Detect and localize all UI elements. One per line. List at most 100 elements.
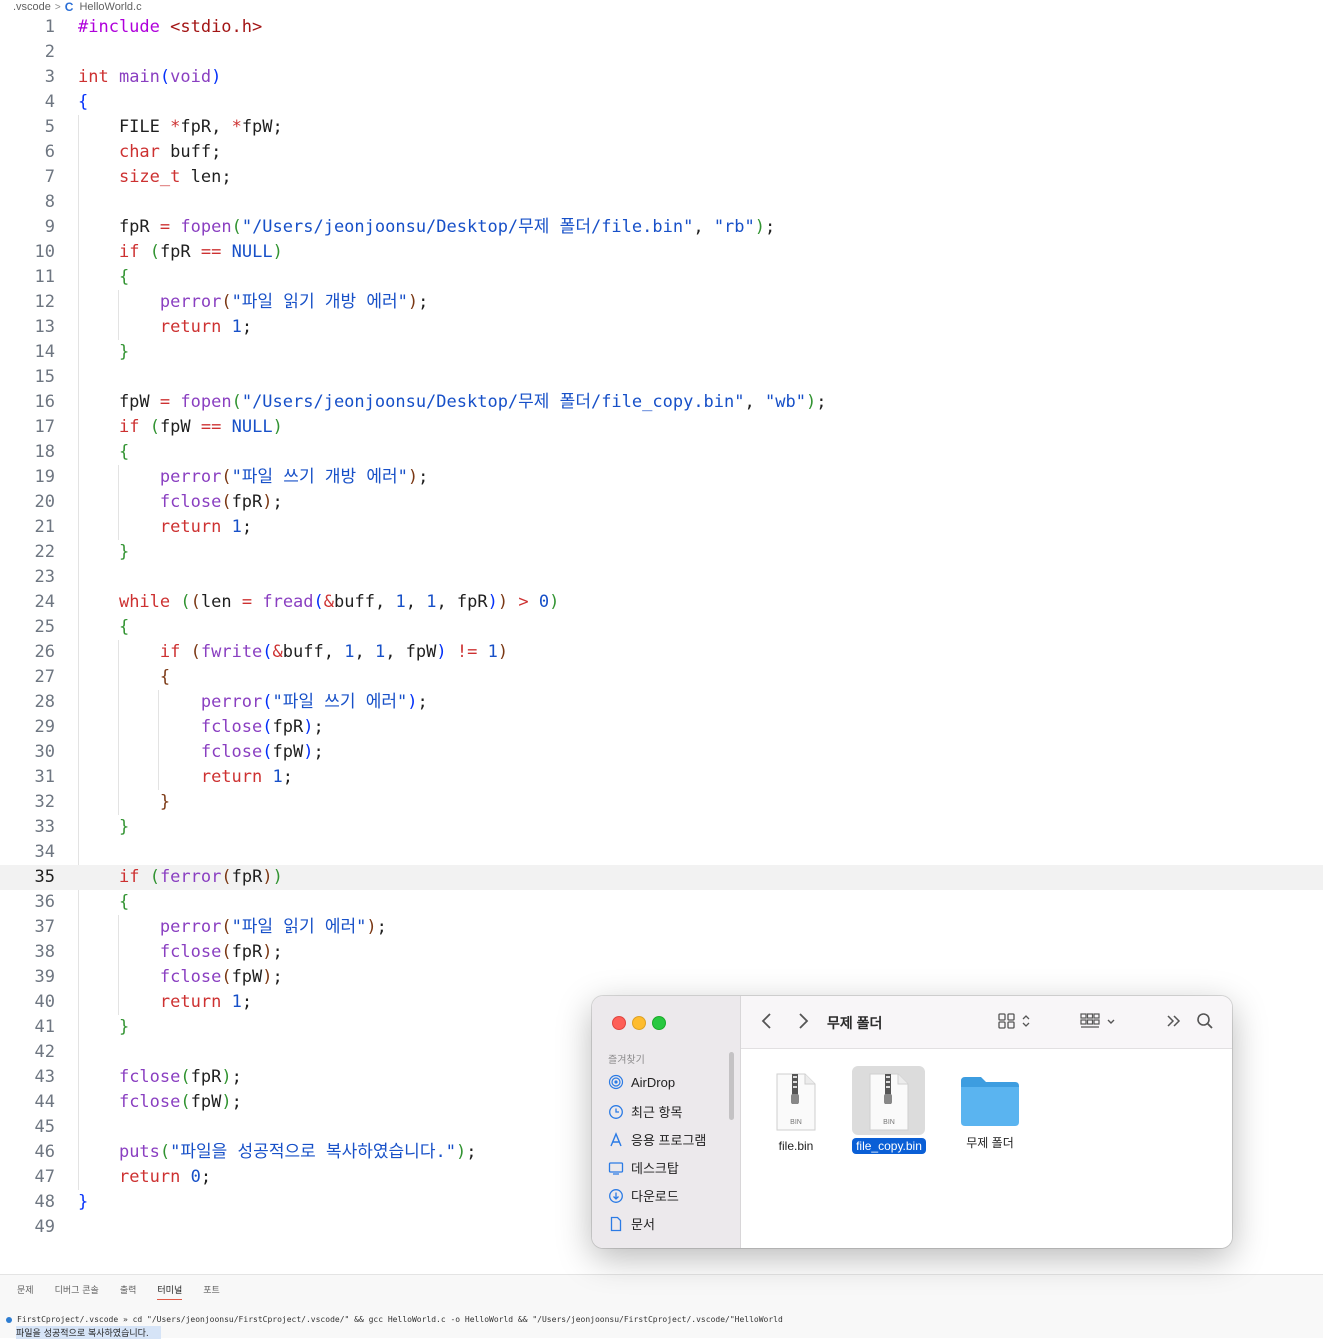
sidebar-item-downloads[interactable]: 다운로드: [608, 1186, 679, 1205]
tab-output[interactable]: 출력: [120, 1283, 137, 1300]
group-button[interactable]: [1080, 1010, 1118, 1032]
code-line[interactable]: 9 fpR = fopen("/Users/jeonjoonsu/Desktop…: [0, 215, 1323, 240]
line-code[interactable]: int main(void): [78, 65, 221, 90]
line-code[interactable]: }: [78, 340, 129, 365]
tab-terminal[interactable]: 터미널: [157, 1283, 183, 1300]
code-line[interactable]: 32 }: [0, 790, 1323, 815]
code-line[interactable]: 14 }: [0, 340, 1323, 365]
line-code[interactable]: #include <stdio.h>: [78, 15, 262, 40]
code-line[interactable]: 26 if (fwrite(&buff, 1, 1, fpW) != 1): [0, 640, 1323, 665]
line-code[interactable]: char buff;: [78, 140, 221, 165]
view-mode-button[interactable]: [998, 1010, 1032, 1032]
code-line[interactable]: 17 if (fpW == NULL): [0, 415, 1323, 440]
finder-content[interactable]: BIN file.bin BIN file_copy.bin 무제 폴더: [741, 1049, 1232, 1248]
more-toolbar-button[interactable]: [1166, 1010, 1182, 1032]
line-code[interactable]: perror("파일 읽기 개방 에러");: [78, 290, 428, 315]
minimize-window-button[interactable]: [632, 1016, 646, 1030]
code-line[interactable]: 3 int main(void): [0, 65, 1323, 90]
code-line[interactable]: 19 perror("파일 쓰기 개방 에러");: [0, 465, 1323, 490]
sidebar-item-airdrop[interactable]: AirDrop: [608, 1074, 675, 1090]
line-code[interactable]: return 1;: [78, 765, 293, 790]
code-line[interactable]: 15: [0, 365, 1323, 390]
sidebar-item-applications[interactable]: 응용 프로그램: [608, 1130, 706, 1149]
code-line[interactable]: 22 }: [0, 540, 1323, 565]
line-code[interactable]: return 1;: [78, 315, 252, 340]
code-line[interactable]: 31 return 1;: [0, 765, 1323, 790]
line-code[interactable]: fclose(fpW);: [78, 965, 283, 990]
code-line[interactable]: 29 fclose(fpR);: [0, 715, 1323, 740]
code-line[interactable]: 20 fclose(fpR);: [0, 490, 1323, 515]
file-item-selected[interactable]: BIN file_copy.bin: [844, 1072, 934, 1154]
search-button[interactable]: [1196, 1010, 1214, 1032]
tab-problems[interactable]: 문제: [17, 1283, 34, 1300]
line-code[interactable]: {: [78, 440, 129, 465]
line-code[interactable]: }: [78, 790, 170, 815]
back-button[interactable]: [761, 1010, 773, 1032]
line-code[interactable]: return 1;: [78, 515, 252, 540]
line-code[interactable]: {: [78, 615, 129, 640]
line-code[interactable]: puts("파일을 성공적으로 복사하였습니다.");: [78, 1140, 476, 1165]
close-window-button[interactable]: [612, 1016, 626, 1030]
code-line[interactable]: 1 #include <stdio.h>: [0, 15, 1323, 40]
line-code[interactable]: {: [78, 265, 129, 290]
line-code[interactable]: fclose(fpW);: [78, 1090, 242, 1115]
code-line[interactable]: 18 {: [0, 440, 1323, 465]
code-line[interactable]: 2: [0, 40, 1323, 65]
code-line[interactable]: 8: [0, 190, 1323, 215]
line-code[interactable]: {: [78, 90, 88, 115]
line-code[interactable]: if (fpR == NULL): [78, 240, 283, 265]
line-code[interactable]: fclose(fpW);: [78, 740, 324, 765]
sidebar-item-desktop[interactable]: 데스크탑: [608, 1158, 679, 1177]
line-code[interactable]: }: [78, 815, 129, 840]
zoom-window-button[interactable]: [652, 1016, 666, 1030]
file-item[interactable]: BIN file.bin: [770, 1072, 822, 1154]
line-code[interactable]: perror("파일 쓰기 개방 에러");: [78, 465, 428, 490]
line-code[interactable]: {: [78, 890, 129, 915]
code-line[interactable]: 36 {: [0, 890, 1323, 915]
code-line[interactable]: 6 char buff;: [0, 140, 1323, 165]
code-line-current[interactable]: 35 if (ferror(fpR)): [0, 865, 1323, 890]
code-line[interactable]: 13 return 1;: [0, 315, 1323, 340]
code-line[interactable]: 25 {: [0, 615, 1323, 640]
line-code[interactable]: while ((len = fread(&buff, 1, 1, fpR)) >…: [78, 590, 559, 615]
line-code[interactable]: fpR = fopen("/Users/jeonjoonsu/Desktop/무…: [78, 215, 775, 240]
line-code[interactable]: fclose(fpR);: [78, 940, 283, 965]
code-line[interactable]: 37 perror("파일 읽기 에러");: [0, 915, 1323, 940]
code-line[interactable]: 34: [0, 840, 1323, 865]
line-code[interactable]: }: [78, 1015, 129, 1040]
code-line[interactable]: 4{: [0, 90, 1323, 115]
line-code[interactable]: perror("파일 읽기 에러");: [78, 915, 387, 940]
code-line[interactable]: 38 fclose(fpR);: [0, 940, 1323, 965]
line-code[interactable]: return 1;: [78, 990, 252, 1015]
code-line[interactable]: 23: [0, 565, 1323, 590]
line-code[interactable]: FILE *fpR, *fpW;: [78, 115, 283, 140]
line-code[interactable]: }: [78, 1190, 88, 1215]
line-code[interactable]: fpW = fopen("/Users/jeonjoonsu/Desktop/무…: [78, 390, 827, 415]
line-code[interactable]: return 0;: [78, 1165, 211, 1190]
folder-item[interactable]: 무제 폴더: [951, 1075, 1029, 1152]
code-line[interactable]: 33 }: [0, 815, 1323, 840]
line-code[interactable]: fclose(fpR);: [78, 1065, 242, 1090]
line-code[interactable]: }: [78, 540, 129, 565]
breadcrumb-folder[interactable]: .vscode: [0, 1, 51, 13]
finder-window[interactable]: 즐겨찾기 AirDrop 최근 항목 응용 프로그램 데스크탑 다운로드 문서: [592, 996, 1232, 1248]
line-code[interactable]: fclose(fpR);: [78, 715, 324, 740]
breadcrumb-file[interactable]: HelloWorld.c: [79, 1, 141, 13]
forward-button[interactable]: [797, 1010, 809, 1032]
line-code[interactable]: if (fwrite(&buff, 1, 1, fpW) != 1): [78, 640, 508, 665]
line-code[interactable]: if (fpW == NULL): [78, 415, 283, 440]
code-line[interactable]: 24 while ((len = fread(&buff, 1, 1, fpR)…: [0, 590, 1323, 615]
line-code[interactable]: fclose(fpR);: [78, 490, 283, 515]
line-code[interactable]: perror("파일 쓰기 에러");: [78, 690, 428, 715]
code-line[interactable]: 16 fpW = fopen("/Users/jeonjoonsu/Deskto…: [0, 390, 1323, 415]
sidebar-scrollbar[interactable]: [729, 1052, 734, 1120]
code-line[interactable]: 21 return 1;: [0, 515, 1323, 540]
sidebar-item-documents[interactable]: 문서: [608, 1214, 655, 1233]
code-line[interactable]: 11 {: [0, 265, 1323, 290]
line-code[interactable]: size_t len;: [78, 165, 232, 190]
code-line[interactable]: 28 perror("파일 쓰기 에러");: [0, 690, 1323, 715]
line-code[interactable]: if (ferror(fpR)): [78, 865, 283, 890]
tab-debug-console[interactable]: 디버그 콘솔: [55, 1283, 99, 1300]
code-line[interactable]: 5 FILE *fpR, *fpW;: [0, 115, 1323, 140]
terminal-command-line[interactable]: FirstCproject/.vscode » cd "/Users/jeonj…: [6, 1315, 783, 1324]
